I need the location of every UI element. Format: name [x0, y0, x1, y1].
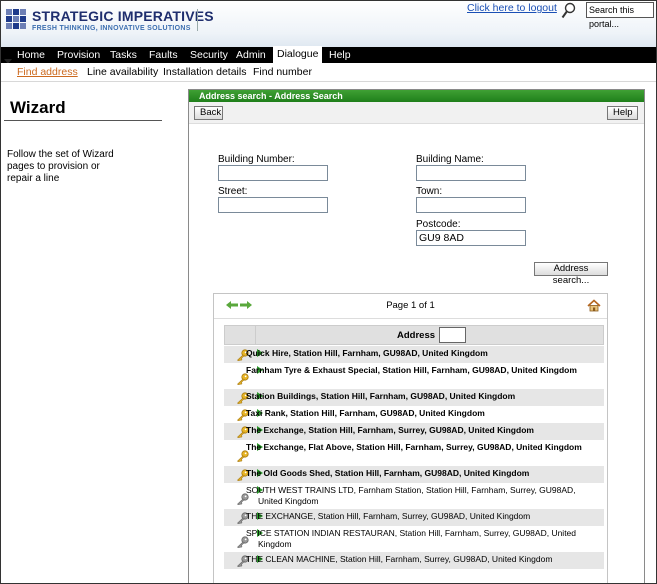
table-row[interactable]: SOUTH WEST TRAINS LTD, Farnham Station, … [224, 483, 604, 509]
table-row[interactable]: Farnham Tyre & Exhaust Special, Station … [224, 363, 604, 389]
results-table-header: Address [224, 325, 604, 345]
address-text[interactable]: Taxi Rank, Station Hill, Farnham, GU98AD… [246, 408, 600, 419]
town-field[interactable] [416, 197, 526, 213]
address-text[interactable]: SOUTH WEST TRAINS LTD, Farnham Station, … [246, 485, 600, 507]
address-text[interactable]: The Old Goods Shed, Station Hill, Farnha… [246, 468, 600, 479]
address-text[interactable]: SPICE STATION INDIAN RESTAURAN, Station … [246, 528, 600, 550]
table-row[interactable]: Taxi Rank, Station Hill, Farnham, GU98AD… [224, 406, 604, 423]
portal-search: Search this portal... [558, 1, 655, 29]
results-grid: Page 1 of 1 Address Quick Hire, Station … [213, 293, 608, 583]
header-divider [197, 9, 198, 31]
postcode-label: Postcode: [416, 219, 461, 230]
table-row[interactable]: Quick Hire, Station Hill, Farnham, GU98A… [224, 346, 604, 363]
main-nav: Home Provision Tasks Faults Security Adm… [1, 46, 656, 63]
wizard-title: Wizard [10, 98, 66, 117]
results-pager: Page 1 of 1 [214, 294, 607, 319]
wizard-description: Follow the set of Wizard pages to provis… [7, 149, 114, 184]
nav-home[interactable]: Home [17, 47, 45, 63]
app-window: STRATEGIC IMPERATIVES FRESH THINKING, IN… [0, 0, 657, 584]
back-button[interactable]: Back [194, 106, 223, 120]
search-icon[interactable] [561, 2, 577, 20]
wizard-divider [4, 120, 162, 121]
street-field[interactable] [218, 197, 328, 213]
panel-toolbar: Back Help [189, 102, 644, 124]
table-row[interactable]: The Old Goods Shed, Station Hill, Farnha… [224, 466, 604, 483]
subnav-find-number[interactable]: Find number [253, 66, 312, 78]
nav-admin[interactable]: Admin [236, 47, 266, 63]
address-text[interactable]: The Exchange, Flat Above, Station Hill, … [246, 442, 600, 453]
building-number-field[interactable] [218, 165, 328, 181]
brand-tagline: FRESH THINKING, INNOVATIVE SOLUTIONS [32, 25, 191, 32]
home-icon[interactable] [587, 299, 601, 312]
address-search-button[interactable]: Address search... [534, 262, 608, 286]
postcode-field[interactable]: GU9 8AD [416, 230, 526, 246]
panel-title: Address search - Address Search [189, 90, 644, 102]
help-button[interactable]: Help [607, 106, 638, 120]
address-text[interactable]: THE CLEAN MACHINE, Station Hill, Farnham… [246, 554, 600, 565]
address-text[interactable]: THE EXCHANGE, Station Hill, Farnham, Sur… [246, 511, 600, 522]
table-row[interactable]: THE EXCHANGE, Station Hill, Farnham, Sur… [224, 509, 604, 526]
table-row[interactable]: SPICE STATION INDIAN RESTAURAN, Station … [224, 526, 604, 552]
sub-nav: Find address Line availability Installat… [1, 63, 656, 82]
brand-title: STRATEGIC IMPERATIVES [32, 8, 214, 24]
nav-security[interactable]: Security [190, 47, 228, 63]
nav-faults[interactable]: Faults [149, 47, 178, 63]
nav-tasks[interactable]: Tasks [110, 47, 137, 63]
table-row[interactable]: The Exchange, Flat Above, Station Hill, … [224, 440, 604, 466]
address-filter-input[interactable] [439, 327, 466, 343]
building-number-label: Building Number: [218, 154, 295, 165]
subnav-installation-details[interactable]: Installation details [163, 66, 246, 78]
subnav-find-address[interactable]: Find address [17, 66, 78, 78]
table-row[interactable]: THE CLEAN MACHINE, Station Hill, Farnham… [224, 552, 604, 569]
address-text[interactable]: Quick Hire, Station Hill, Farnham, GU98A… [246, 348, 600, 359]
building-name-label: Building Name: [416, 154, 484, 165]
table-row[interactable]: The Exchange, Station Hill, Farnham, Sur… [224, 423, 604, 440]
address-text[interactable]: The Exchange, Station Hill, Farnham, Sur… [246, 425, 600, 436]
brand-logo[interactable]: STRATEGIC IMPERATIVES FRESH THINKING, IN… [6, 7, 214, 37]
address-column-header[interactable]: Address [397, 330, 435, 341]
address-text[interactable]: Farnham Tyre & Exhaust Special, Station … [246, 365, 600, 376]
subnav-line-availability[interactable]: Line availability [87, 66, 158, 78]
address-search-panel: Address search - Address Search Back Hel… [188, 89, 645, 583]
address-text[interactable]: Station Buildings, Station Hill, Farnham… [246, 391, 600, 402]
page-indicator: Page 1 of 1 [386, 300, 435, 311]
header: STRATEGIC IMPERATIVES FRESH THINKING, IN… [1, 1, 656, 47]
table-row[interactable]: Station Buildings, Station Hill, Farnham… [224, 389, 604, 406]
nav-help[interactable]: Help [329, 47, 351, 63]
nav-dialogue[interactable]: Dialogue [273, 46, 323, 63]
town-label: Town: [416, 186, 443, 197]
search-input[interactable]: Search this portal... [586, 2, 654, 29]
logout-link[interactable]: Click here to logout [467, 2, 557, 14]
street-label: Street: [218, 186, 248, 197]
icon-column-header [225, 326, 256, 344]
logo-mark-icon [6, 9, 28, 31]
building-name-field[interactable] [416, 165, 526, 181]
nav-provision[interactable]: Provision [57, 47, 100, 63]
